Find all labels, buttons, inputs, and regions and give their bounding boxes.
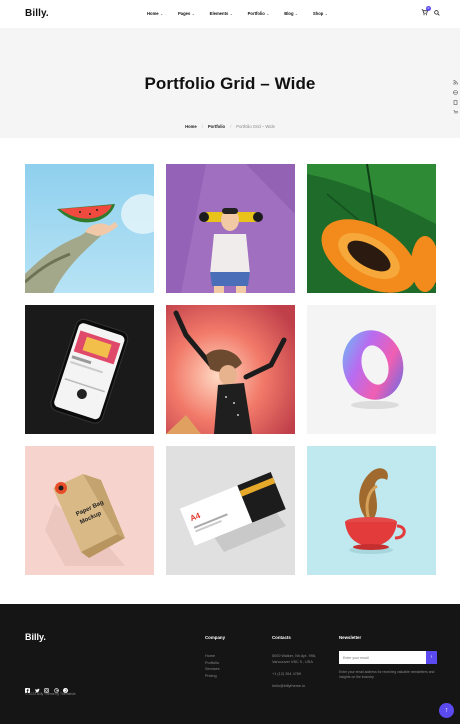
search-icon — [434, 9, 440, 16]
contact-email[interactable]: hello@billytheme.io — [272, 683, 316, 689]
facebook-icon[interactable] — [25, 680, 30, 693]
portfolio-item[interactable] — [25, 164, 154, 293]
watermelon-image — [25, 164, 154, 293]
skateboard-girl-image — [166, 164, 295, 293]
breadcrumb-separator: / — [230, 124, 232, 129]
business-card-mockup-image: A4 — [166, 446, 295, 575]
scroll-to-top-button[interactable]: ↑ — [439, 703, 454, 718]
arrow-up-icon: ↑ — [444, 707, 449, 714]
newsletter-email-input[interactable] — [339, 651, 426, 664]
nav-item-home[interactable]: Home ⌄ — [147, 11, 163, 16]
site-footer: Billy. Company Home Portfolio Services P… — [0, 604, 460, 724]
site-logo[interactable]: Billy. — [25, 8, 49, 19]
footer-newsletter-title: Newsletter — [339, 635, 362, 640]
nav-label: Shop — [312, 11, 324, 16]
copyright-text: © 2023 Billy Theme by Themeisle — [25, 692, 76, 696]
arrow-right-icon: › — [430, 654, 433, 660]
cart-button[interactable]: 0 — [421, 6, 431, 16]
portfolio-grid: Paper Bag Mockup A4 — [25, 164, 437, 575]
paper-bag-mockup-image: Paper Bag Mockup — [25, 446, 154, 575]
page-title: Portfolio Grid – Wide — [144, 74, 316, 93]
breadcrumb-portfolio[interactable]: Portfolio — [208, 124, 225, 129]
cart-count-badge: 0 — [426, 6, 431, 11]
footer-link-portfolio[interactable]: Portfolio — [205, 660, 220, 667]
newsletter-submit-button[interactable]: › — [426, 651, 437, 664]
papaya-image — [307, 164, 436, 293]
pinterest-icon[interactable] — [63, 680, 68, 693]
contact-address-line2: Vancouver VBC 5 , USA — [272, 660, 313, 664]
nav-item-shop[interactable]: Shop ⌄ — [313, 11, 328, 16]
chevron-down-icon: ⌄ — [295, 11, 298, 16]
chevron-down-icon: ⌄ — [160, 11, 163, 16]
newsletter-description: Enter your email address for receiving v… — [339, 670, 435, 680]
nav-item-elements[interactable]: Elements ⌄ — [210, 11, 233, 16]
twitter-icon[interactable] — [34, 680, 40, 693]
portfolio-item[interactable] — [166, 305, 295, 434]
portfolio-item[interactable]: Paper Bag Mockup — [25, 446, 154, 575]
footer-contacts-title: Contacts — [272, 635, 291, 640]
nav-item-portfolio[interactable]: Portfolio ⌄ — [248, 11, 270, 16]
portfolio-item[interactable] — [166, 164, 295, 293]
chevron-down-icon: ⌄ — [191, 11, 195, 16]
nav-label: Blog — [284, 11, 294, 16]
footer-link-services[interactable]: Services — [205, 666, 220, 673]
breadcrumb-current: Portfolio Grid – Wide — [236, 124, 275, 129]
cart-small-icon[interactable] — [453, 102, 458, 114]
portfolio-item[interactable] — [307, 164, 436, 293]
site-header: Billy. Home ⌄ Pages ⌄ Elements ⌄ Portfolio ⌄… — [0, 0, 460, 28]
nav-item-blog[interactable]: Blog ⌄ — [284, 11, 298, 16]
portfolio-item[interactable] — [307, 446, 436, 575]
portfolio-item[interactable] — [307, 305, 436, 434]
footer-logo[interactable]: Billy. — [25, 632, 46, 642]
coffee-cup-splash-image — [307, 446, 436, 575]
portfolio-item[interactable] — [25, 305, 154, 434]
dribbble-icon[interactable] — [53, 680, 59, 693]
footer-company-title: Company — [205, 635, 226, 640]
social-links — [25, 680, 68, 693]
chevron-down-icon: ⌄ — [266, 11, 270, 16]
nav-label: Elements — [209, 11, 229, 16]
footer-company-links: Home Portfolio Services Pricing — [205, 653, 220, 679]
header-icons: 0 — [421, 6, 440, 16]
holographic-ring-image — [307, 305, 436, 434]
concert-dancer-image — [166, 305, 295, 434]
search-button[interactable] — [434, 9, 440, 16]
breadcrumb-separator: / — [201, 124, 203, 129]
nav-label: Pages — [177, 11, 191, 16]
portfolio-item[interactable]: A4 — [166, 446, 295, 575]
instagram-icon[interactable] — [44, 680, 49, 693]
footer-link-home[interactable]: Home — [205, 653, 220, 660]
footer-link-pricing[interactable]: Pricing — [205, 673, 220, 680]
breadcrumb-home[interactable]: Home — [185, 124, 197, 129]
chevron-down-icon: ⌄ — [229, 11, 233, 16]
breadcrumb: Home / Portfolio / Portfolio Grid – Wide — [0, 124, 460, 129]
footer-contacts: 5000 Walker, Nh Apt. 998, Vancouver VBC … — [272, 653, 316, 689]
phone-mockup-image — [25, 305, 154, 434]
main-nav: Home ⌄ Pages ⌄ Elements ⌄ Portfolio ⌄ Blog ⌄ … — [147, 11, 328, 16]
nav-item-pages[interactable]: Pages ⌄ — [178, 11, 195, 16]
chevron-down-icon: ⌄ — [324, 11, 328, 16]
nav-label: Portfolio — [247, 11, 265, 16]
nav-label: Home — [147, 11, 159, 16]
